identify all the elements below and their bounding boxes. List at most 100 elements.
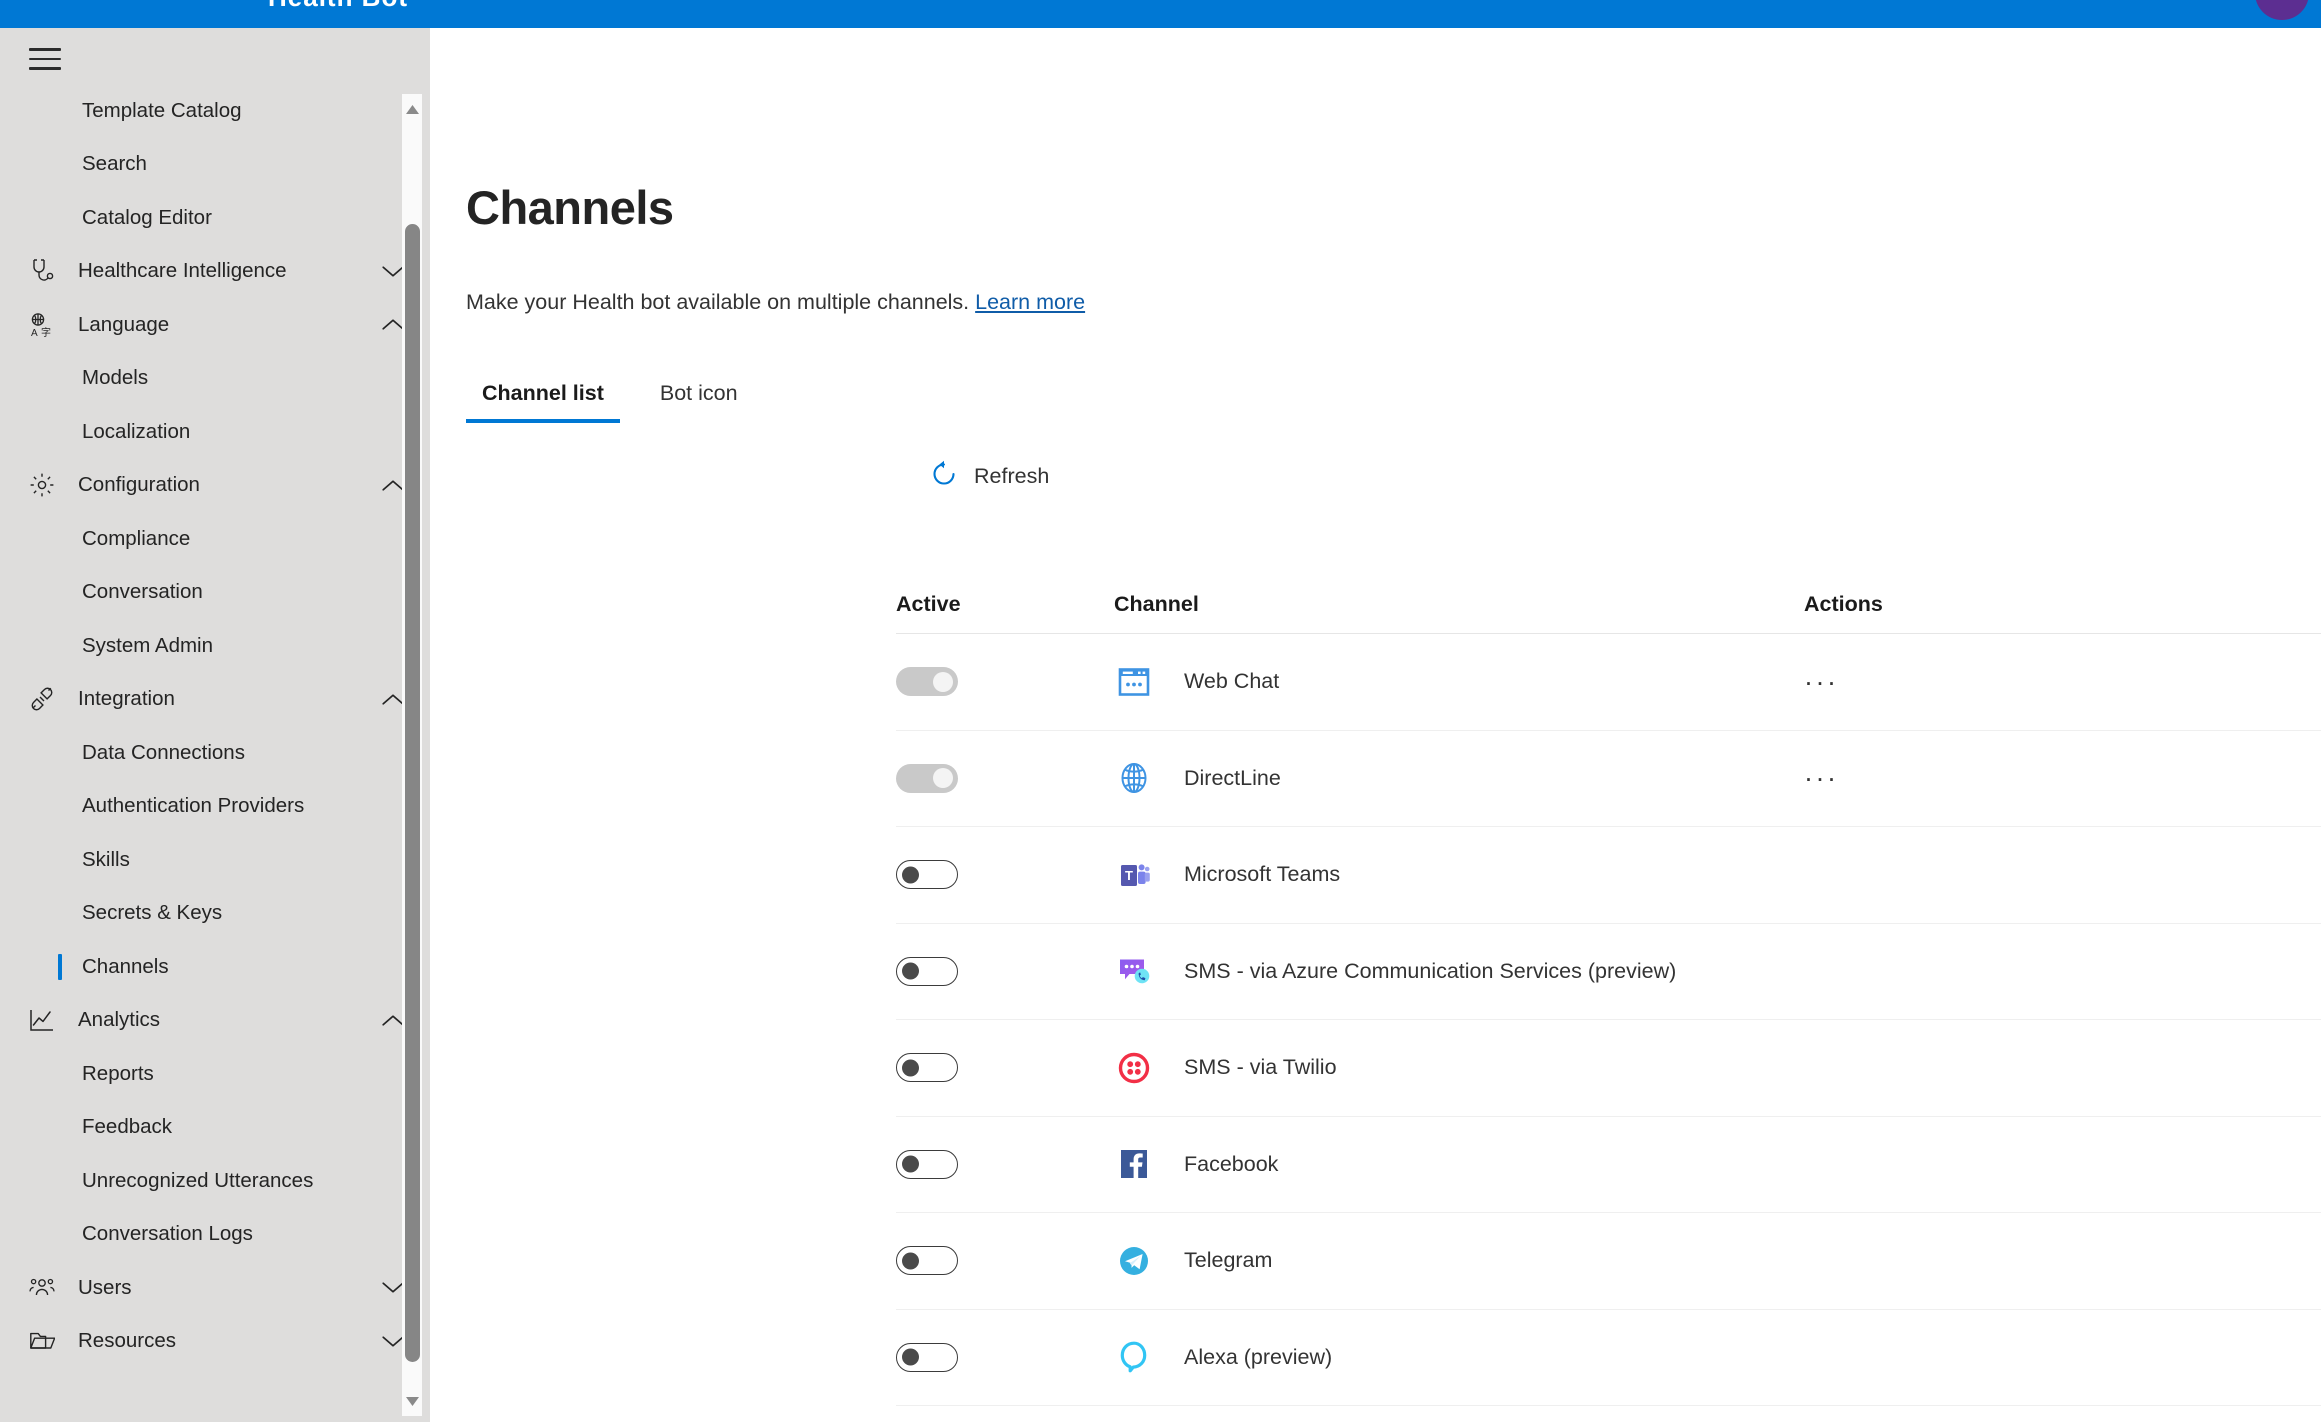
svg-text:字: 字 bbox=[41, 326, 51, 338]
column-header-actions: Actions bbox=[1804, 594, 1883, 616]
sidebar-item-resources[interactable]: Resources bbox=[0, 1315, 430, 1369]
app-brand-logo[interactable]: Health Bot bbox=[268, 0, 408, 10]
channel-active-toggle[interactable] bbox=[896, 957, 958, 986]
row-actions-menu-icon[interactable]: ··· bbox=[1804, 770, 1838, 786]
chevron-up-icon[interactable] bbox=[382, 318, 404, 331]
sidebar-item-feedback[interactable]: Feedback bbox=[0, 1101, 430, 1155]
sidebar-item-label: Language bbox=[78, 315, 169, 336]
table-row: Alexa (preview) bbox=[896, 1310, 2321, 1407]
sidebar-item-label: Template Catalog bbox=[82, 101, 242, 122]
tab-channel-list[interactable]: Channel list bbox=[466, 383, 620, 423]
telegram-icon bbox=[1114, 1241, 1154, 1281]
alexa-icon bbox=[1114, 1337, 1154, 1377]
sidebar-item-search[interactable]: Search bbox=[0, 138, 430, 192]
sidebar-item-label: Search bbox=[82, 154, 147, 175]
channel-active-toggle[interactable] bbox=[896, 1343, 958, 1372]
sidebar-item-label: Integration bbox=[78, 689, 175, 710]
sidebar-item-configuration[interactable]: Configuration bbox=[0, 459, 430, 513]
sidebar-item-healthcare-intelligence[interactable]: Healthcare Intelligence bbox=[0, 245, 430, 299]
toggle-knob bbox=[902, 1156, 919, 1173]
table-row: Telegram bbox=[896, 1213, 2321, 1310]
hamburger-line bbox=[29, 67, 61, 70]
chevron-up-icon[interactable] bbox=[382, 693, 404, 706]
stethoscope-icon bbox=[20, 258, 64, 284]
chart-line-icon bbox=[20, 1007, 64, 1033]
sidebar-item-system-admin[interactable]: System Admin bbox=[0, 619, 430, 673]
subtitle-text: Make your Health bot available on multip… bbox=[466, 290, 969, 314]
globe-icon bbox=[1114, 758, 1154, 798]
hamburger-menu-icon[interactable] bbox=[23, 42, 67, 76]
sidebar-item-label: Catalog Editor bbox=[82, 208, 212, 229]
scrollbar-down-arrow-icon[interactable] bbox=[402, 1390, 422, 1412]
tab-bot-icon[interactable]: Bot icon bbox=[644, 383, 754, 423]
refresh-button[interactable]: Refresh bbox=[930, 460, 1049, 493]
scrollbar-up-arrow-icon[interactable] bbox=[402, 98, 422, 120]
learn-more-link[interactable]: Learn more bbox=[975, 290, 1085, 314]
toggle-knob bbox=[902, 963, 919, 980]
table-body: Web Chat··· DirectLine ··· TMicrosoft Teams… bbox=[896, 634, 2321, 1422]
chevron-down-icon[interactable] bbox=[382, 265, 404, 278]
sidebar-item-authentication-providers[interactable]: Authentication Providers bbox=[0, 780, 430, 834]
sidebar-item-label: Analytics bbox=[78, 1010, 160, 1031]
sidebar-item-conversation[interactable]: Conversation bbox=[0, 566, 430, 620]
channel-name: DirectLine bbox=[1184, 768, 1281, 790]
hamburger-line bbox=[29, 48, 61, 51]
sidebar-item-label: Secrets & Keys bbox=[82, 903, 222, 924]
sidebar-item-models[interactable]: Models bbox=[0, 352, 430, 406]
sidebar-item-reports[interactable]: Reports bbox=[0, 1047, 430, 1101]
sidebar-item-label: System Admin bbox=[82, 636, 213, 657]
sidebar-item-catalog-editor[interactable]: Catalog Editor bbox=[0, 191, 430, 245]
column-header-active: Active bbox=[896, 594, 961, 616]
chevron-down-icon[interactable] bbox=[382, 1335, 404, 1348]
sidebar-item-label: Unrecognized Utterances bbox=[82, 1171, 313, 1192]
channel-active-toggle[interactable] bbox=[896, 764, 958, 793]
sidebar-item-label: Resources bbox=[78, 1331, 176, 1352]
channel-active-toggle[interactable] bbox=[896, 1150, 958, 1179]
sidebar-item-channels[interactable]: Channels bbox=[0, 940, 430, 994]
sms-azure-icon bbox=[1114, 951, 1154, 991]
row-actions-menu-icon[interactable]: ··· bbox=[1804, 674, 1838, 690]
channel-name: Facebook bbox=[1184, 1154, 1278, 1176]
channel-name: Microsoft Teams bbox=[1184, 864, 1340, 886]
page-subtitle: Make your Health bot available on multip… bbox=[466, 292, 1085, 314]
channel-active-toggle[interactable] bbox=[896, 667, 958, 696]
toggle-knob bbox=[902, 1252, 919, 1269]
sidebar-item-conversation-logs[interactable]: Conversation Logs bbox=[0, 1208, 430, 1262]
sidebar-item-localization[interactable]: Localization bbox=[0, 405, 430, 459]
sidebar-item-language[interactable]: A字Language bbox=[0, 298, 430, 352]
refresh-icon bbox=[930, 460, 958, 493]
chevron-down-icon[interactable] bbox=[382, 1281, 404, 1294]
scrollbar-thumb[interactable] bbox=[405, 224, 420, 1362]
chevron-up-icon[interactable] bbox=[382, 479, 404, 492]
tab-bar: Channel list Bot icon bbox=[466, 383, 754, 423]
sidebar-item-label: Skills bbox=[82, 850, 130, 871]
sidebar-item-skills[interactable]: Skills bbox=[0, 833, 430, 887]
toggle-knob bbox=[933, 672, 953, 692]
sidebar-item-compliance[interactable]: Compliance bbox=[0, 512, 430, 566]
sidebar-scrollbar[interactable] bbox=[402, 94, 422, 1416]
chevron-up-icon[interactable] bbox=[382, 1014, 404, 1027]
channel-active-toggle[interactable] bbox=[896, 1246, 958, 1275]
channel-active-toggle[interactable] bbox=[896, 1053, 958, 1082]
sidebar-item-analytics[interactable]: Analytics bbox=[0, 994, 430, 1048]
main-content: Channels Make your Health bot available … bbox=[430, 28, 2321, 1422]
sidebar-item-secrets-keys[interactable]: Secrets & Keys bbox=[0, 887, 430, 941]
sidebar-item-label: Channels bbox=[82, 957, 169, 978]
table-row: Web Chat··· bbox=[896, 634, 2321, 731]
sidebar-item-users[interactable]: Users bbox=[0, 1261, 430, 1315]
sidebar-item-label: Reports bbox=[82, 1064, 154, 1085]
table-row: DirectLine ··· bbox=[896, 731, 2321, 828]
table-row: Facebook bbox=[896, 1117, 2321, 1214]
gear-icon bbox=[20, 472, 64, 498]
table-row: TMicrosoft Teams bbox=[896, 827, 2321, 924]
avatar[interactable] bbox=[2255, 0, 2309, 20]
selection-indicator bbox=[58, 954, 62, 980]
sidebar-item-integration[interactable]: Integration bbox=[0, 673, 430, 727]
sidebar-item-label: Localization bbox=[82, 422, 190, 443]
hamburger-line bbox=[29, 58, 61, 61]
channel-active-toggle[interactable] bbox=[896, 860, 958, 889]
sidebar-nav-list: Template Catalog Search Catalog Editor Heal… bbox=[0, 84, 430, 1422]
sidebar-item-unrecognized-utterances[interactable]: Unrecognized Utterances bbox=[0, 1154, 430, 1208]
sidebar-item-data-connections[interactable]: Data Connections bbox=[0, 726, 430, 780]
sidebar-item-template-catalog[interactable]: Template Catalog bbox=[0, 84, 430, 138]
